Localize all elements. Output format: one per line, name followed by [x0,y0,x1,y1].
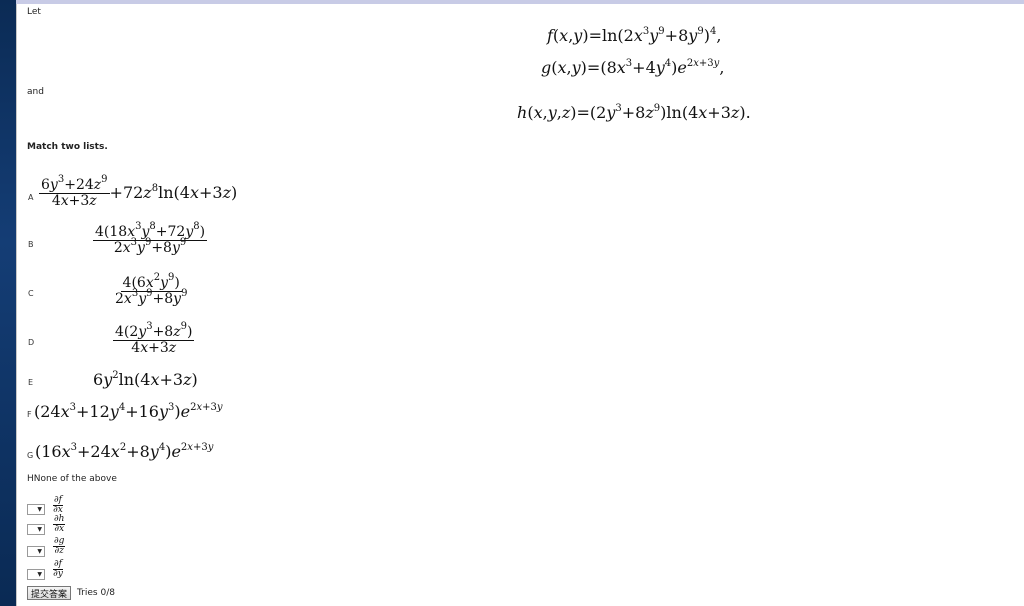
partial-den-3: ∂z [54,546,64,556]
desktop-edge [0,0,16,606]
partial-label-3: ∂g ∂z [53,537,66,556]
dropdown-arrow-icon: ▼ [37,571,42,578]
dropdown-arrow-icon: ▼ [37,506,42,513]
option-g-expression: (16x3+24x2+8y4)e2x+3y [35,442,214,461]
option-f-expression: (24x3+12y4+16y3)e2x+3y [34,402,223,421]
def-h: h(x,y,z)=(2y3+8z9)ln(4x+3z). [517,103,751,122]
option-a-expression: 6y3+24z9 4x+3z +72z8ln(4x+3z) [39,174,238,209]
option-letter-b: B [28,240,34,249]
option-letter-c: C [28,289,34,298]
option-letter-d: D [28,338,35,347]
partial-den-4: ∂y [53,569,63,579]
and-label: and [27,87,44,97]
option-d-expression: 4(2y3+8z9) 4x+3z [113,321,195,356]
option-letter-e: E [28,378,34,387]
match-select-3[interactable]: ▼ [27,546,45,557]
problem-page: Let f(x,y)=ln(2x3y9+8y9)4, g(x,y)=(8x3+4… [16,4,1024,606]
def-f: f(x,y)=ln(2x3y9+8y9)4, [547,26,722,45]
partial-label-2: ∂h ∂x [53,515,66,534]
def-g: g(x,y)=(8x3+4y4)e2x+3y, [541,58,725,77]
match-instruction: Match two lists. [27,142,108,152]
dropdown-arrow-icon: ▼ [37,548,42,555]
submit-answer-button[interactable]: 提交答案 [27,586,71,600]
tries-counter: Tries 0/8 [77,588,115,598]
option-b-expression: 4(18x3y8+72y8) 2x3y9+8y9 [93,221,208,256]
option-letter-a: A [28,193,34,202]
option-e-expression: 6y2ln(4x+3z) [93,370,198,389]
none-of-above-item: HNone of the above [27,474,117,484]
let-label: Let [27,7,41,17]
match-select-1[interactable]: ▼ [27,504,45,515]
partial-label-4: ∂f ∂y [53,560,63,579]
option-letter-g: G [27,451,34,460]
option-c-expression: 4(6x2y9) 2x3y9+8y9 [115,272,188,307]
partial-label-1: ∂f ∂x [53,496,63,515]
match-select-4[interactable]: ▼ [27,569,45,580]
dropdown-arrow-icon: ▼ [37,526,42,533]
match-select-2[interactable]: ▼ [27,524,45,535]
option-letter-f: F [27,410,32,419]
partial-den-2: ∂x [54,524,65,534]
